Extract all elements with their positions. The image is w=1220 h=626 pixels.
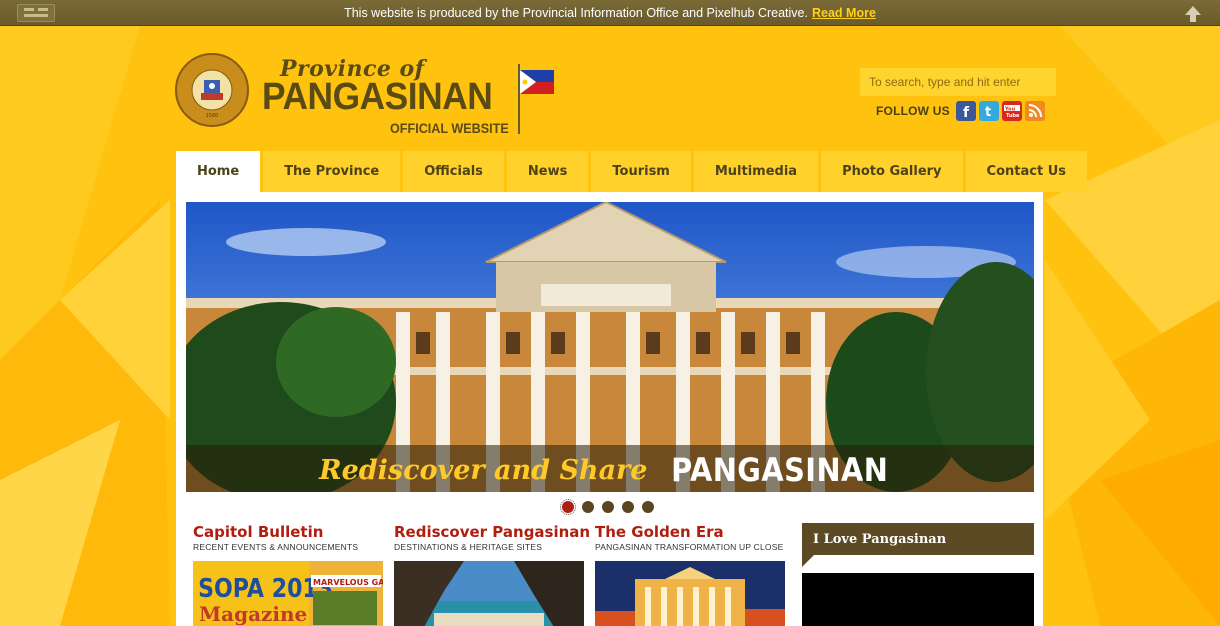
- content-panel: Rediscover and Share PANGASINAN Capitol …: [176, 192, 1043, 626]
- follow-us-label: FOLLOW US: [876, 104, 950, 118]
- slider-dot-5[interactable]: [642, 501, 654, 513]
- nav-multimedia[interactable]: Multimedia: [693, 151, 819, 192]
- follow-us: FOLLOW US f t You Tube: [876, 99, 1048, 123]
- slider-dot-4[interactable]: [622, 501, 634, 513]
- site-header: 1580 Province of PANGASINAN OFFICIAL WEB…: [0, 26, 1220, 152]
- slider-dot-3[interactable]: [602, 501, 614, 513]
- site-logo[interactable]: Province of PANGASINAN OFFICIAL WEBSITE: [262, 54, 562, 154]
- search-input[interactable]: [860, 68, 1056, 96]
- nav-tourism[interactable]: Tourism: [591, 151, 691, 192]
- column-subtitle: RECENT EVENTS & ANNOUNCEMENTS: [193, 542, 359, 552]
- nav-news[interactable]: News: [506, 151, 589, 192]
- logo-official-website: OFFICIAL WEBSITE: [390, 120, 509, 136]
- twitter-icon[interactable]: t: [978, 101, 999, 121]
- arrow-up-icon[interactable]: [1184, 5, 1202, 23]
- caption-main-text: PANGASINAN: [671, 451, 889, 489]
- read-more-link[interactable]: Read More: [812, 6, 876, 20]
- column-subtitle: DESTINATIONS & HERITAGE SITES: [394, 542, 543, 552]
- column-title[interactable]: Rediscover Pangasinan: [394, 523, 590, 541]
- golden-era-column: The Golden Era PANGASINAN TRANSFORMATION…: [595, 523, 785, 626]
- column-subtitle: PANGASINAN TRANSFORMATION UP CLOSE: [595, 542, 784, 552]
- slider-caption: Rediscover and Share PANGASINAN: [186, 445, 1034, 492]
- sopa-magazine-text: Magazine: [199, 602, 307, 626]
- svg-text:1580: 1580: [206, 113, 219, 119]
- philippine-flag-icon: [518, 64, 558, 134]
- caption-script-text: Rediscover and Share: [319, 454, 648, 486]
- main-navigation: Home The Province Officials News Tourism…: [176, 151, 1090, 192]
- nav-home[interactable]: Home: [176, 151, 261, 192]
- svg-text:t: t: [985, 105, 991, 118]
- sidebar-title-notch: [802, 555, 814, 567]
- top-announcement-bar: This website is produced by the Provinci…: [0, 0, 1220, 26]
- svg-text:f: f: [963, 105, 970, 118]
- video-player[interactable]: [802, 573, 1034, 626]
- slider-dot-1[interactable]: [560, 499, 576, 515]
- marvelous-gains-text: MARVELOUS GAINS: [313, 578, 383, 587]
- beach-cave-image[interactable]: [394, 561, 584, 626]
- column-title[interactable]: Capitol Bulletin: [193, 523, 383, 541]
- svg-text:You: You: [1004, 107, 1016, 113]
- slider-dot-2[interactable]: [582, 501, 594, 513]
- rediscover-pangasinan-column: Rediscover Pangasinan DESTINATIONS & HER…: [394, 523, 590, 626]
- capitol-bulletin-column: Capitol Bulletin RECENT EVENTS & ANNOUNC…: [193, 523, 383, 626]
- capitol-night-image[interactable]: [595, 561, 785, 626]
- sidebar-title: I Love Pangasinan: [802, 523, 1034, 555]
- hero-slider[interactable]: Rediscover and Share PANGASINAN: [186, 202, 1034, 492]
- provincial-seal-icon[interactable]: 1580: [175, 53, 249, 127]
- nav-contact-us[interactable]: Contact Us: [965, 151, 1087, 192]
- sopa-magazine-image[interactable]: SOPA 2013 Magazine MARVELOUS GAINS: [193, 561, 383, 626]
- svg-text:Tube: Tube: [1006, 113, 1020, 118]
- announcement-text: This website is produced by the Provinci…: [344, 5, 808, 20]
- facebook-icon[interactable]: f: [955, 101, 976, 121]
- column-title[interactable]: The Golden Era: [595, 523, 785, 541]
- rss-icon[interactable]: [1024, 101, 1045, 121]
- logo-name: PANGASINAN: [262, 76, 493, 118]
- nav-officials[interactable]: Officials: [403, 151, 504, 192]
- slider-pagination: [560, 499, 662, 515]
- nav-the-province[interactable]: The Province: [263, 151, 401, 192]
- youtube-icon[interactable]: You Tube: [1001, 101, 1022, 121]
- nav-photo-gallery[interactable]: Photo Gallery: [821, 151, 963, 192]
- grid-icon[interactable]: [17, 4, 55, 22]
